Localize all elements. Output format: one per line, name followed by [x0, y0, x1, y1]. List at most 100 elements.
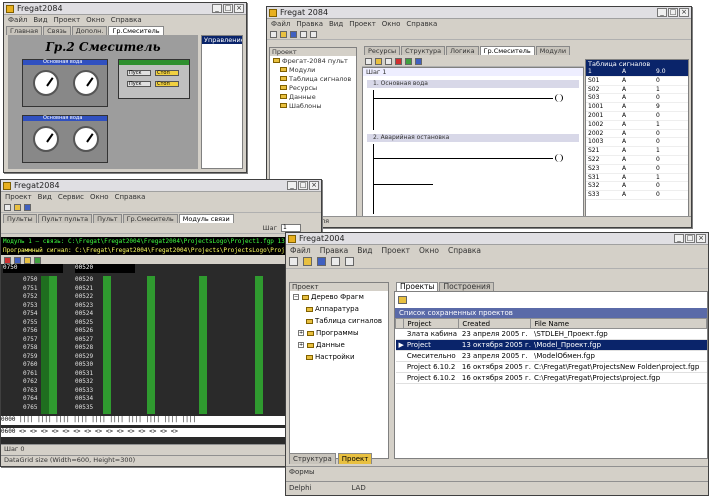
- tree-item[interactable]: Ресурсы: [270, 83, 356, 92]
- signal-row[interactable]: 1 A 9.0: [586, 68, 688, 77]
- menu-view[interactable]: Вид: [33, 16, 47, 24]
- properties-pane[interactable]: Управление: [201, 35, 243, 169]
- menu-help[interactable]: Справка: [448, 246, 481, 255]
- tree-item[interactable]: Модули: [270, 65, 356, 74]
- table-row[interactable]: Смесительно 23 апреля 2005 г. \ModelОбмен.…: [395, 350, 707, 362]
- tab-structure[interactable]: Структура: [289, 453, 336, 464]
- tree-item[interactable]: Настройки: [290, 351, 388, 363]
- settings-icon[interactable]: [345, 257, 354, 266]
- tab-link[interactable]: Связь: [43, 26, 71, 35]
- binoculars-icon[interactable]: [300, 30, 307, 38]
- start-button[interactable]: Пуск: [127, 81, 151, 87]
- coil-icon[interactable]: [555, 154, 563, 162]
- signal-row[interactable]: S22 A 0: [586, 156, 688, 165]
- hmi-titlebar[interactable]: Fregat2084 _ □ ×: [4, 3, 246, 15]
- menu-edit[interactable]: Правка: [320, 246, 349, 255]
- close-button[interactable]: ×: [679, 8, 689, 17]
- column-header[interactable]: File Name: [530, 318, 707, 329]
- project-tree[interactable]: Проект − Дерево Фрагм Аппаратура Таблица …: [289, 282, 389, 459]
- warning-icon[interactable]: [24, 256, 31, 264]
- open-icon[interactable]: [280, 30, 287, 38]
- menu-service[interactable]: Сервис: [58, 193, 84, 201]
- run-icon[interactable]: [405, 57, 412, 65]
- tab-main[interactable]: Главная: [6, 26, 43, 35]
- tab-panel-of-panel[interactable]: Пульт пульта: [37, 214, 93, 223]
- signals-table[interactable]: Таблица сигналов 1 A 9.0 S01 A 0 S02 A 1 S03 A 0 100…: [585, 59, 689, 225]
- menu-project[interactable]: Проект: [382, 246, 411, 255]
- monitor-window[interactable]: Fregat2084 _ □ × Проект Вид Сервис Окно …: [0, 179, 322, 467]
- editor-titlebar[interactable]: Fregat 2084 _ □ ×: [267, 7, 691, 19]
- menu-file[interactable]: Файл: [271, 20, 290, 28]
- column-header[interactable]: Project: [403, 318, 460, 329]
- run-icon[interactable]: [34, 256, 41, 264]
- signal-row[interactable]: 1001 A 9: [586, 103, 688, 112]
- stop-button[interactable]: Стоп: [155, 81, 179, 87]
- forms-tab[interactable]: Формы: [289, 468, 315, 476]
- minimize-button[interactable]: _: [212, 4, 222, 13]
- rung-header[interactable]: 2. Аварийная остановка: [367, 134, 579, 142]
- tab-logic[interactable]: Логика: [446, 46, 479, 55]
- menu-view[interactable]: Вид: [357, 246, 372, 255]
- project-titlebar[interactable]: Fregat2004 _ □ ×: [286, 233, 708, 245]
- tree-item[interactable]: Данные: [270, 92, 356, 101]
- tab-resources[interactable]: Ресурсы: [364, 46, 401, 55]
- save-icon[interactable]: [317, 257, 326, 266]
- signal-row[interactable]: S33 A 0: [586, 191, 688, 200]
- new-icon[interactable]: [289, 257, 298, 266]
- tab-builds[interactable]: Построения: [439, 282, 495, 291]
- menu-project[interactable]: Проект: [349, 20, 376, 28]
- record-icon[interactable]: [14, 256, 21, 264]
- new-icon[interactable]: [4, 203, 11, 211]
- table-row[interactable]: ▶ Project 13 октября 2005 г. \Model_Проект.…: [395, 339, 707, 351]
- tree-item[interactable]: − Дерево Фрагм: [290, 291, 388, 303]
- menu-project[interactable]: Проект: [5, 193, 32, 201]
- signal-row[interactable]: 2001 A 0: [586, 112, 688, 121]
- tab-mixer[interactable]: Гр.Смеситель: [122, 214, 178, 223]
- column-header[interactable]: Created: [458, 318, 532, 329]
- close-button[interactable]: ×: [234, 4, 244, 13]
- contact-icon[interactable]: [375, 57, 382, 65]
- signal-row[interactable]: 1002 A 1: [586, 121, 688, 130]
- binoculars-icon[interactable]: [331, 257, 340, 266]
- signal-row[interactable]: S01 A 0: [586, 77, 688, 86]
- new-icon[interactable]: [270, 30, 277, 38]
- tab-extra[interactable]: Дополн.: [71, 26, 108, 35]
- projects-panel[interactable]: Список сохраненных проектов Project Crea…: [394, 291, 708, 459]
- tab-link-module[interactable]: Модуль связи: [178, 214, 234, 223]
- tab-panels[interactable]: Пульты: [3, 214, 37, 223]
- hmi-window[interactable]: Fregat2084 _ □ × Файл Вид Проект Окно Сп…: [3, 2, 247, 173]
- tab-panel[interactable]: Пульт: [93, 214, 122, 223]
- signal-row[interactable]: S02 A 1: [586, 86, 688, 95]
- menu-window[interactable]: Окно: [90, 193, 109, 201]
- open-folder-icon[interactable]: [398, 296, 407, 304]
- maximize-button[interactable]: □: [685, 234, 695, 243]
- maximize-button[interactable]: □: [223, 4, 233, 13]
- expand-icon[interactable]: +: [298, 342, 304, 348]
- tab-modules[interactable]: Модули: [535, 46, 571, 55]
- arrow-icon[interactable]: [365, 57, 372, 65]
- tree-item[interactable]: Аппаратура: [290, 303, 388, 315]
- close-button[interactable]: ×: [696, 234, 706, 243]
- tab-mixer[interactable]: Гр.Смеситель: [479, 46, 535, 55]
- signal-row[interactable]: S03 A 0: [586, 94, 688, 104]
- signal-row[interactable]: S21 A 1: [586, 147, 688, 156]
- stop-icon[interactable]: [4, 256, 11, 264]
- tree-item[interactable]: Таблица сигналов: [290, 315, 388, 327]
- tree-item[interactable]: + Программы: [290, 327, 388, 339]
- settings-icon[interactable]: [310, 30, 317, 38]
- menu-file[interactable]: Файл: [8, 16, 27, 24]
- step-field[interactable]: 1: [281, 224, 301, 232]
- start-button[interactable]: Пуск: [127, 70, 151, 76]
- tab-structure[interactable]: Структура: [401, 46, 446, 55]
- ladder-editor[interactable]: Шаг 1 1. Основная вода 2. Аварийная оста…: [362, 67, 584, 225]
- menu-project[interactable]: Проект: [54, 16, 81, 24]
- signal-row[interactable]: 2002 A 0: [586, 130, 688, 139]
- menu-window[interactable]: Окно: [419, 246, 439, 255]
- collapse-icon[interactable]: −: [293, 294, 299, 300]
- menu-view[interactable]: Вид: [329, 20, 343, 28]
- rung-header[interactable]: 1. Основная вода: [367, 80, 579, 88]
- menu-help[interactable]: Справка: [406, 20, 437, 28]
- table-row[interactable]: Злата кабина 23 апреля 2005 г. \STDLEH_Про…: [395, 328, 707, 340]
- signal-row[interactable]: S23 A 0: [586, 165, 688, 174]
- stop-button[interactable]: Стоп: [155, 70, 179, 76]
